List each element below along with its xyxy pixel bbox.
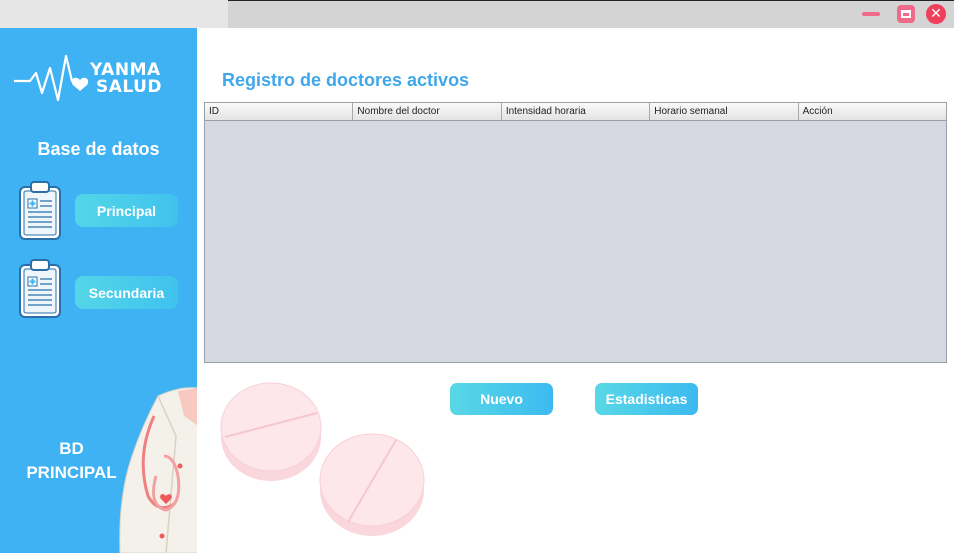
title-bar-divider	[228, 0, 954, 1]
sidebar-section-title: Base de datos	[37, 139, 160, 159]
column-header-id[interactable]: ID	[205, 103, 354, 120]
page-title: Registro de doctores activos	[222, 70, 470, 90]
statistics-button[interactable]: Estadisticas	[595, 383, 698, 415]
sidebar-item-principal[interactable]: Principal	[75, 194, 178, 227]
window-title-bar: ✕	[0, 0, 954, 28]
clipboard-icon	[19, 259, 61, 318]
maximize-icon	[901, 10, 911, 18]
maximize-button[interactable]	[897, 5, 915, 23]
clipboard-icon	[19, 181, 61, 240]
new-button[interactable]: Nuevo	[450, 383, 553, 415]
close-icon: ✕	[930, 6, 942, 22]
database-label-line-1: BD	[59, 439, 84, 458]
sidebar-item-secundaria[interactable]: Secundaria	[75, 276, 178, 309]
database-label-line-2: PRINCIPAL	[26, 463, 117, 482]
pill-decoration-icon	[319, 433, 425, 536]
doctors-table[interactable]: ID Nombre del doctor Intensidad horaria …	[204, 102, 947, 363]
column-header-hour-intensity[interactable]: Intensidad horaria	[502, 103, 651, 120]
column-header-doctor-name[interactable]: Nombre del doctor	[353, 103, 502, 120]
title-bar-left-area	[0, 0, 228, 28]
doctor-illustration-icon	[119, 387, 197, 553]
close-button[interactable]: ✕	[926, 4, 946, 24]
logo-wordmark: YANMA SALUD	[90, 62, 162, 96]
database-label: BD PRINCIPAL	[14, 437, 129, 485]
sidebar: YANMA SALUD Base de datos Principal Secu…	[0, 28, 197, 553]
minimize-button[interactable]	[862, 5, 880, 23]
column-header-action[interactable]: Acción	[799, 103, 946, 120]
pill-decoration-icon	[220, 382, 322, 481]
column-header-weekly-schedule[interactable]: Horario semanal	[650, 103, 799, 120]
logo-line-2: SALUD	[96, 77, 163, 97]
minimize-icon	[862, 12, 880, 16]
table-header: ID Nombre del doctor Intensidad horaria …	[205, 103, 946, 121]
